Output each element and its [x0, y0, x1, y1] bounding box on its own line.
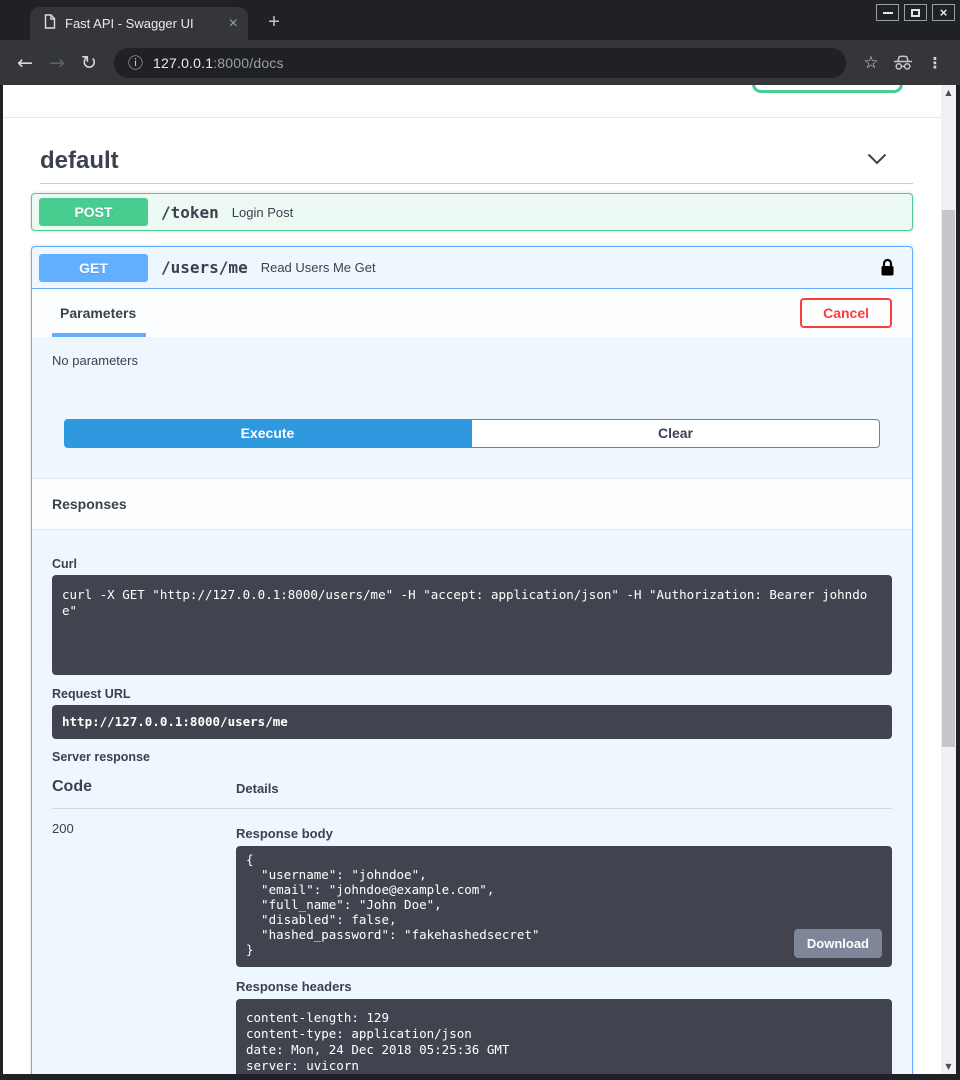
response-row-200: 200 Response body { "username": "johndoe…: [52, 809, 892, 1075]
response-headers-label: Response headers: [236, 979, 892, 994]
server-response-table: Code Details 200 Response body { "userna…: [52, 778, 892, 1075]
get-summary-row[interactable]: GET /users/me Read Users Me Get: [32, 247, 912, 289]
bookmark-star-icon[interactable]: ☆: [856, 48, 886, 78]
tab-close-icon[interactable]: ×: [229, 16, 238, 32]
responses-header: Responses: [32, 478, 912, 530]
spacer: [52, 739, 892, 750]
browser-tab[interactable]: Fast API - Swagger UI ×: [30, 7, 248, 40]
response-body-block: { "username": "johndoe", "email": "johnd…: [236, 846, 892, 967]
opblock-post-token[interactable]: POST /token Login Post: [31, 193, 913, 231]
response-body-label: Response body: [236, 826, 892, 841]
close-button[interactable]: ×: [932, 4, 955, 21]
scrollbar-thumb[interactable]: [942, 210, 955, 747]
request-url-label: Request URL: [52, 687, 892, 701]
response-body-json: { "username": "johndoe", "email": "johnd…: [246, 852, 540, 957]
close-icon: ×: [940, 8, 948, 18]
execute-row: Execute Clear: [64, 419, 880, 448]
page-scrollbar[interactable]: ▲ ▼: [941, 85, 956, 1074]
schemes-band: [3, 85, 941, 118]
browser-toolbar: ← → ↻ ⓘ 127.0.0.1:8000/docs ☆ ⋮: [0, 40, 960, 85]
minimize-button[interactable]: [876, 4, 899, 21]
maximize-icon: [911, 9, 920, 17]
operation-tab-header: Parameters Cancel: [32, 289, 912, 337]
reload-icon[interactable]: ↻: [74, 48, 104, 78]
new-tab-button[interactable]: +: [262, 10, 286, 34]
download-button[interactable]: Download: [794, 929, 882, 958]
clear-button[interactable]: Clear: [471, 419, 880, 448]
browser-window: Fast API - Swagger UI × + × ← → ↻ ⓘ 127.…: [0, 0, 960, 1080]
tab-title: Fast API - Swagger UI: [65, 16, 220, 31]
status-code: 200: [52, 819, 236, 1075]
url-host: 127.0.0.1: [153, 55, 213, 71]
cancel-button[interactable]: Cancel: [800, 298, 892, 328]
curl-label: Curl: [52, 557, 892, 571]
page-content: default POST /token Login Post GET /user…: [3, 85, 941, 1074]
default-section-header[interactable]: default: [40, 147, 887, 175]
responses-body: Curl curl -X GET "http://127.0.0.1:8000/…: [32, 530, 912, 1074]
page-icon: [44, 14, 56, 34]
window-controls: ×: [876, 4, 955, 21]
spacer: [52, 675, 892, 687]
lock-icon[interactable]: [880, 258, 895, 277]
code-column-header: Code: [52, 778, 236, 796]
site-info-icon[interactable]: ⓘ: [128, 52, 143, 73]
get-method-badge: GET: [39, 254, 148, 282]
incognito-icon: [888, 48, 918, 78]
no-parameters-text: No parameters: [32, 337, 912, 368]
server-response-label: Server response: [52, 750, 892, 764]
tab-bar: Fast API - Swagger UI × + ×: [0, 0, 960, 40]
scroll-up-icon[interactable]: ▲: [941, 88, 956, 97]
section-divider: [40, 183, 913, 184]
forward-icon[interactable]: →: [42, 48, 72, 78]
post-path: /token: [161, 203, 219, 222]
url-path: :8000/docs: [213, 55, 284, 71]
post-summary: Login Post: [232, 205, 293, 220]
address-bar[interactable]: ⓘ 127.0.0.1:8000/docs: [114, 48, 846, 78]
menu-dots-icon[interactable]: ⋮: [920, 48, 950, 78]
minimize-icon: [883, 12, 893, 14]
spacer: [32, 448, 912, 478]
response-headers-block: content-length: 129 content-type: applic…: [236, 999, 892, 1075]
curl-command[interactable]: curl -X GET "http://127.0.0.1:8000/users…: [52, 575, 892, 675]
maximize-button[interactable]: [904, 4, 927, 21]
response-details: Response body { "username": "johndoe", "…: [236, 819, 892, 1075]
get-summary: Read Users Me Get: [261, 260, 376, 275]
scroll-down-icon[interactable]: ▼: [941, 1062, 956, 1071]
request-url-value: http://127.0.0.1:8000/users/me: [52, 705, 892, 739]
opblock-get-users-me: GET /users/me Read Users Me Get Paramete…: [31, 246, 913, 1074]
chevron-down-icon[interactable]: [867, 152, 887, 170]
response-table-head: Code Details: [52, 778, 892, 796]
section-title: default: [40, 147, 119, 175]
get-path: /users/me: [161, 258, 248, 277]
execute-button[interactable]: Execute: [64, 419, 471, 448]
authorize-button[interactable]: [752, 85, 903, 93]
details-column-header: Details: [236, 781, 279, 796]
post-method-badge: POST: [39, 198, 148, 226]
tab-parameters[interactable]: Parameters: [52, 289, 146, 337]
swagger-ui: default POST /token Login Post GET /user…: [3, 147, 941, 1074]
back-icon[interactable]: ←: [10, 48, 40, 78]
